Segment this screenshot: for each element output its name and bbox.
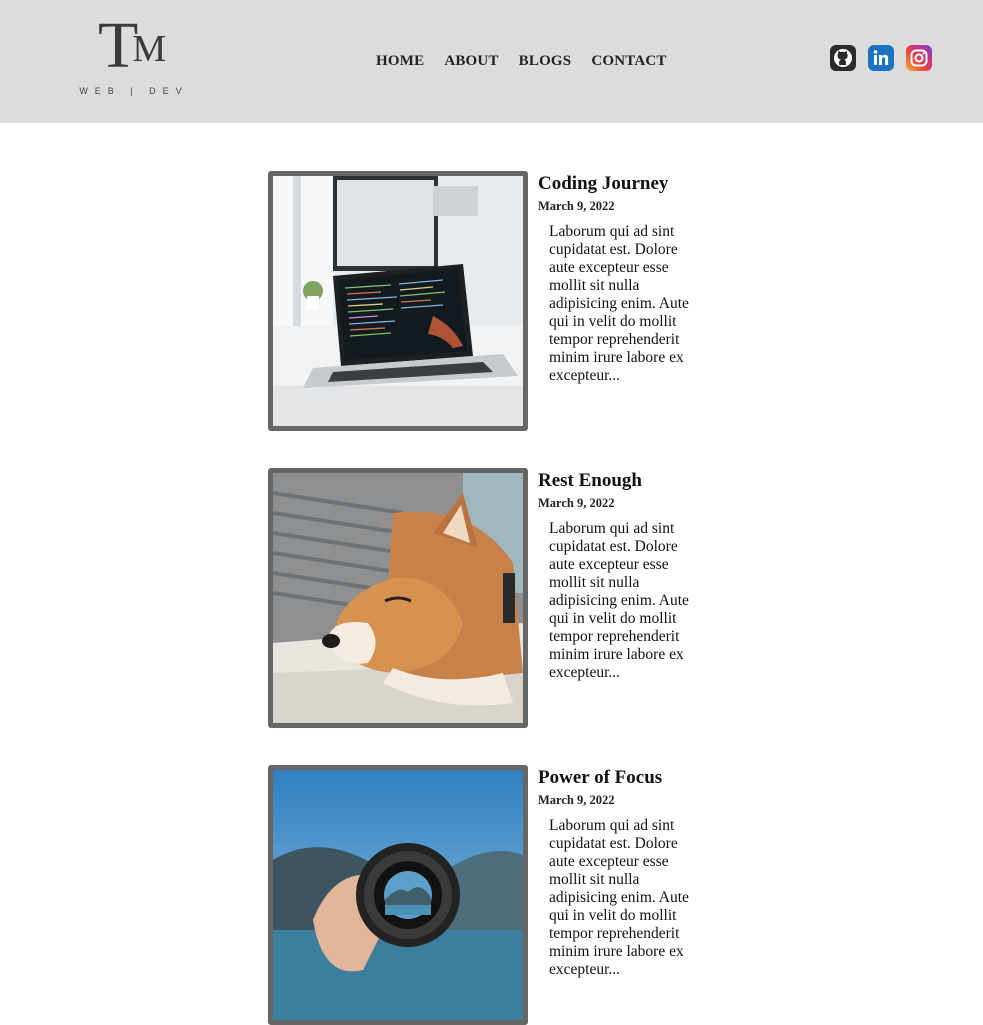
post-date: March 9, 2022: [538, 199, 615, 213]
post-title[interactable]: Rest Enough: [538, 470, 642, 492]
post-excerpt: Laborum qui ad sint cupidatat est. Dolor…: [549, 817, 689, 978]
post-title[interactable]: Coding Journey: [538, 173, 668, 195]
logo-letter-t: T: [98, 9, 138, 82]
laptop-code-photo: [273, 176, 523, 426]
post-thumbnail[interactable]: [268, 765, 528, 1025]
logo-letter-m: M: [132, 28, 167, 70]
camera-lens-photo: [273, 770, 523, 1020]
social-links: [830, 45, 932, 71]
post-excerpt: Laborum qui ad sint cupidatat est. Dolor…: [549, 223, 689, 384]
instagram-icon[interactable]: [906, 45, 932, 71]
github-icon[interactable]: [830, 45, 856, 71]
linkedin-icon[interactable]: [868, 45, 894, 71]
post-date: March 9, 2022: [538, 793, 615, 807]
post-date: March 9, 2022: [538, 496, 615, 510]
nav-blogs[interactable]: BLOGS: [519, 53, 572, 70]
post-excerpt: Laborum qui ad sint cupidatat est. Dolor…: [549, 520, 689, 681]
logo-subtitle: WEB | DEV: [79, 86, 189, 96]
sleeping-dog-photo: [273, 473, 523, 723]
site-header: TM WEB | DEV HOME ABOUT BLOGS CONTACT: [0, 0, 983, 123]
logo-mark: TM: [98, 13, 167, 81]
nav-contact[interactable]: CONTACT: [591, 53, 666, 70]
post-thumbnail[interactable]: [268, 171, 528, 431]
nav-about[interactable]: ABOUT: [444, 53, 498, 70]
site-logo[interactable]: TM WEB | DEV: [68, 13, 200, 100]
post-thumbnail[interactable]: [268, 468, 528, 728]
post-title[interactable]: Power of Focus: [538, 767, 662, 789]
main-nav: HOME ABOUT BLOGS CONTACT: [376, 53, 667, 70]
nav-home[interactable]: HOME: [376, 53, 424, 70]
